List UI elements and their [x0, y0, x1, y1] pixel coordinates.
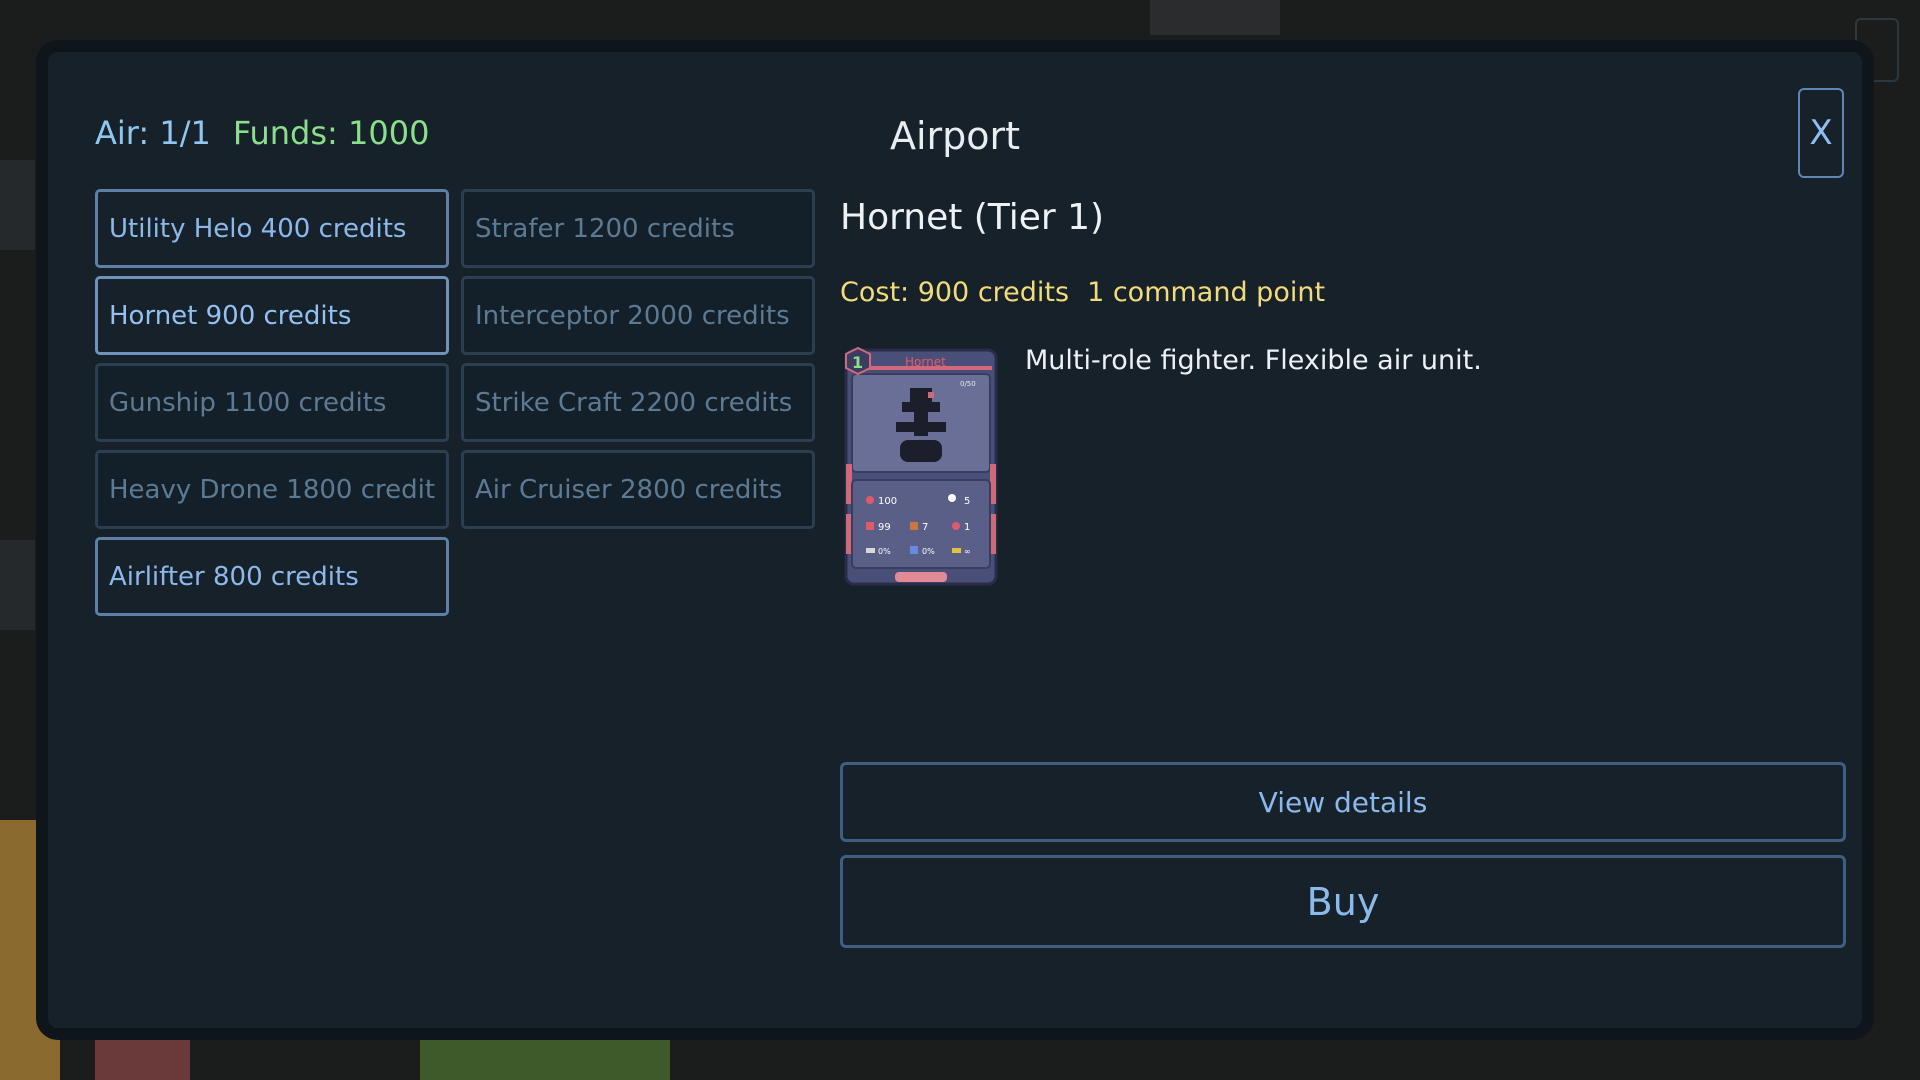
command-point-label: 1 command point — [1087, 277, 1326, 308]
card-counter: 0/50 — [960, 380, 976, 388]
cost-label: Cost: 900 credits — [840, 277, 1070, 308]
modal-title: Airport — [889, 114, 1021, 158]
card-tier: 1 — [852, 353, 863, 372]
unit-button-strafer[interactable]: Strafer 1200 credits — [461, 189, 815, 268]
card-stat-attack: 1 — [964, 522, 970, 533]
unit-button-heavy-drone[interactable]: Heavy Drone 1800 credit — [95, 450, 449, 529]
view-details-button[interactable]: View details — [840, 762, 1846, 842]
unit-button-air-cruiser[interactable]: Air Cruiser 2800 credits — [461, 450, 815, 529]
unit-list: Utility Helo 400 credits Strafer 1200 cr… — [95, 189, 815, 616]
close-button[interactable]: X — [1798, 88, 1844, 178]
unit-button-airlifter[interactable]: Airlifter 800 credits — [95, 537, 449, 616]
unit-cost: Cost: 900 credits 1 command point — [840, 277, 1325, 308]
unit-button-strike-craft[interactable]: Strike Craft 2200 credits — [461, 363, 815, 442]
card-stat-b: 0% — [922, 547, 935, 556]
card-stat-a: 0% — [878, 547, 891, 556]
unit-card: 100 5 99 7 1 0% 0% ∞ 1 Hornet 0/50 — [844, 346, 998, 586]
map-tile-building — [95, 1040, 190, 1080]
map-tile-structure — [0, 160, 35, 250]
card-stat-range: 5 — [964, 496, 970, 507]
unit-button-utility-helo[interactable]: Utility Helo 400 credits — [95, 189, 449, 268]
map-tile-grass — [420, 1040, 670, 1080]
card-stat-c: ∞ — [964, 547, 971, 556]
card-name: Hornet — [905, 355, 946, 369]
map-tile-structure — [0, 540, 35, 630]
unit-name-heading: Hornet (Tier 1) — [840, 197, 1105, 238]
card-stat-hp: 100 — [878, 496, 897, 507]
unit-button-gunship[interactable]: Gunship 1100 credits — [95, 363, 449, 442]
unit-description: Multi-role fighter. Flexible air unit. — [1025, 345, 1482, 376]
unit-button-interceptor[interactable]: Interceptor 2000 credits — [461, 276, 815, 355]
map-tile-structure — [1150, 0, 1280, 35]
buy-button[interactable]: Buy — [840, 855, 1846, 948]
card-stat-armor: 99 — [878, 522, 891, 533]
unit-button-hornet[interactable]: Hornet 900 credits — [95, 276, 449, 355]
card-stat-move: 7 — [922, 522, 928, 533]
airport-modal: Air: 1/1 Funds: 1000 Airport X Utility He… — [36, 40, 1874, 1040]
